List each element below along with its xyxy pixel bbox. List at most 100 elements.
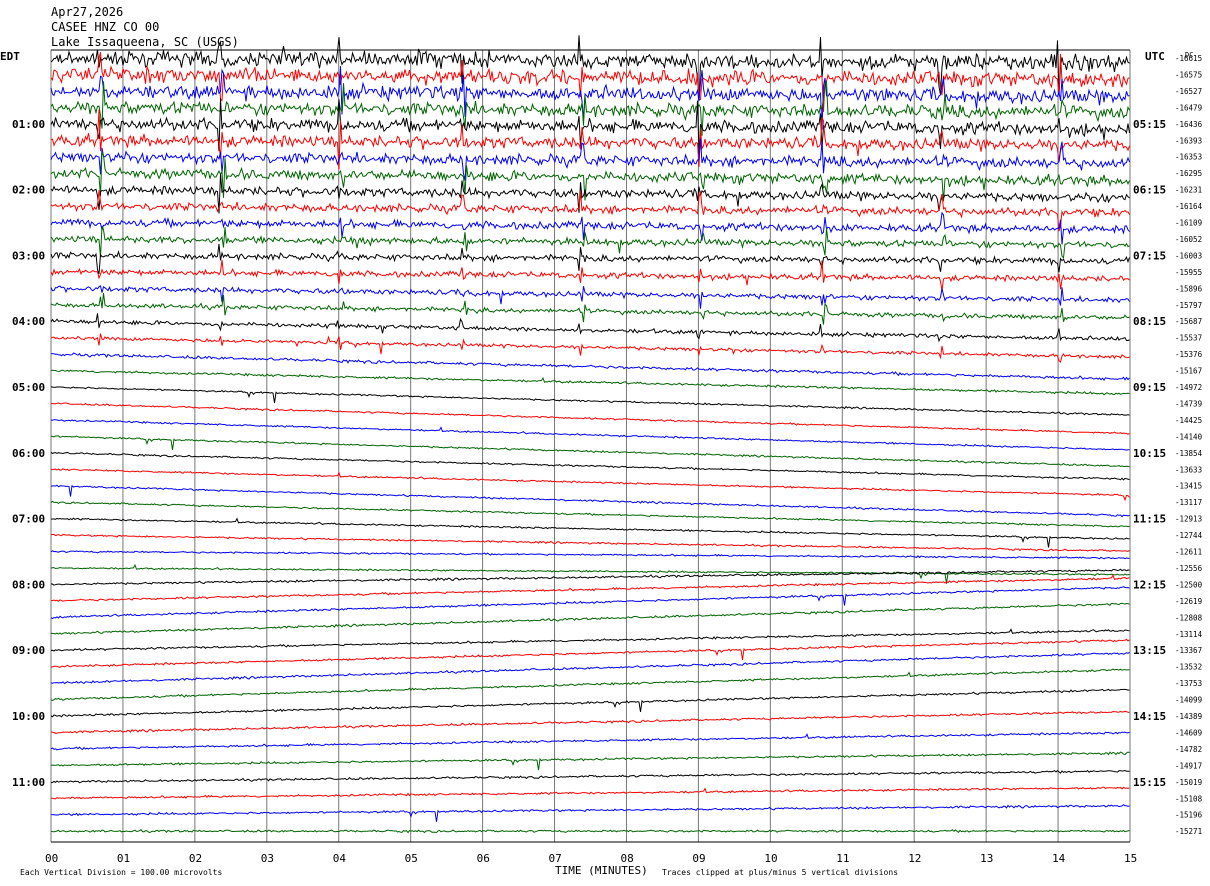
right-hour-label: 07:15 — [1133, 249, 1166, 262]
dc-offset-label: -12913 — [1175, 515, 1202, 524]
dc-offset-labels: -16615 -16575 -16527 -16479 -16436 -16393 -163… — [1175, 54, 1203, 836]
dc-offset-label: -16575 — [1175, 70, 1202, 79]
x-tick-label: 12 — [908, 852, 921, 865]
trace-line — [50, 285, 1130, 309]
dc-offset-label: -16436 — [1175, 120, 1203, 129]
trace-line — [50, 468, 1130, 502]
trace-line — [50, 563, 1130, 584]
trace-lines — [50, 35, 1130, 834]
trace-line — [50, 638, 1130, 668]
dc-offset-label: -13633 — [1175, 465, 1202, 474]
trace-line — [50, 435, 1130, 468]
dc-offset-label: -16479 — [1175, 103, 1202, 112]
trace-line — [50, 710, 1130, 734]
right-hour-label: 15:15 — [1133, 776, 1166, 789]
trace-line — [50, 352, 1130, 381]
left-timezone-label: EDT — [0, 50, 20, 63]
right-hour-label: 10:15 — [1133, 447, 1166, 460]
right-hour-labels: 05:15 06:15 07:15 08:15 09:15 10:15 11:15 12:15… — [1133, 118, 1166, 789]
left-hour-label: 06:00 — [12, 447, 45, 460]
dc-offset-label: -15019 — [1175, 778, 1202, 787]
left-hour-label: 10:00 — [12, 710, 45, 723]
left-hour-label: 11:00 — [12, 776, 45, 789]
clip-note: Traces clipped at plus/minus 5 vertical … — [662, 868, 898, 877]
right-hour-label: 11:15 — [1133, 513, 1166, 526]
dc-offset-label: -15797 — [1175, 301, 1202, 310]
dc-offset-label: -13415 — [1175, 482, 1202, 491]
dc-offset-label: -13114 — [1175, 630, 1203, 639]
x-tick-label: 13 — [980, 852, 993, 865]
trace-line — [50, 80, 1130, 136]
dc-offset-label: -15196 — [1175, 811, 1203, 820]
left-hour-label: 07:00 — [12, 513, 45, 526]
right-hour-label: 14:15 — [1133, 710, 1166, 723]
left-hour-label: 08:00 — [12, 578, 45, 591]
dc-offset-label: -13117 — [1175, 498, 1202, 507]
trace-line — [51, 533, 1130, 552]
trace-line — [50, 829, 1130, 834]
dc-offset-label: -14972 — [1175, 383, 1202, 392]
helicorder-chart: Apr27,2026 CASEE HNZ CO 00 Lake Issaquee… — [0, 5, 1203, 877]
trace-line — [50, 651, 1130, 685]
dc-offset-label: -13367 — [1175, 646, 1202, 655]
minute-grid — [50, 49, 1131, 843]
dc-offset-label: -16527 — [1175, 87, 1202, 96]
trace-line — [50, 804, 1130, 822]
left-hour-label: 01:00 — [12, 118, 45, 131]
right-hour-label: 06:15 — [1133, 184, 1166, 197]
dc-offset-label: -12611 — [1175, 548, 1202, 557]
left-hour-label: 04:00 — [12, 315, 45, 328]
trace-line — [50, 419, 1130, 451]
trace-line — [50, 586, 1130, 619]
trace-line — [50, 731, 1130, 751]
scale-note: Each Vertical Division = 100.00 microvol… — [20, 868, 222, 877]
dc-offset-label: -13854 — [1175, 449, 1203, 458]
trace-line — [50, 484, 1130, 518]
trace-line — [50, 402, 1130, 435]
trace-line — [50, 602, 1130, 635]
dc-offset-label: -15537 — [1175, 334, 1202, 343]
left-hour-label: 02:00 — [12, 184, 45, 197]
right-hour-label: 12:15 — [1133, 578, 1166, 591]
dc-offset-label: -14140 — [1175, 432, 1203, 441]
trace-line — [50, 751, 1130, 771]
right-hour-label: 09:15 — [1133, 381, 1166, 394]
date-label: Apr27,2026 — [51, 5, 123, 19]
x-tick-label: 11 — [836, 852, 849, 865]
x-tick-label: 09 — [692, 852, 705, 865]
dc-offset-label: -12500 — [1175, 580, 1203, 589]
dc-offset-label: -14917 — [1175, 761, 1202, 770]
x-tick-label: 10 — [764, 852, 777, 865]
x-tick-label: 02 — [189, 852, 202, 865]
dc-offset-label: -14389 — [1175, 712, 1202, 721]
dc-offset-label: -15167 — [1175, 367, 1202, 376]
left-hour-label: 03:00 — [12, 249, 45, 262]
right-hour-label: 13:15 — [1133, 644, 1166, 657]
trace-line — [50, 243, 1130, 275]
right-hour-label: 08:15 — [1133, 315, 1166, 328]
dc-offset-label: -16393 — [1175, 136, 1202, 145]
dc-offset-label: -16109 — [1175, 219, 1202, 228]
trace-line — [50, 769, 1130, 784]
dc-offset-label: -14609 — [1175, 728, 1202, 737]
trace-line — [50, 550, 1130, 560]
x-tick-label: 03 — [261, 852, 274, 865]
trace-line — [50, 292, 1130, 325]
trace-line — [50, 451, 1130, 481]
trace-line — [50, 668, 1130, 701]
trace-line — [50, 517, 1130, 548]
dc-offset-label: -13753 — [1175, 679, 1202, 688]
dc-offset-label: -15955 — [1175, 268, 1202, 277]
dc-offset-label: -14099 — [1175, 696, 1202, 705]
trace-line — [50, 98, 1130, 155]
dc-offset-label: -16295 — [1175, 169, 1202, 178]
trace-line — [50, 500, 1130, 528]
left-hour-label: 05:00 — [12, 381, 45, 394]
dc-offset-label: -12744 — [1175, 531, 1203, 540]
x-tick-label: 06 — [477, 852, 490, 865]
dc-offset-label: -15108 — [1175, 794, 1203, 803]
left-hour-labels: 01:00 02:00 03:00 04:00 05:00 06:00 07:00 08:00… — [12, 118, 45, 789]
dc-offset-label: -15271 — [1175, 827, 1202, 836]
dc-offset-label: -16164 — [1175, 202, 1203, 211]
right-timezone-label: UTC — [1145, 50, 1165, 63]
